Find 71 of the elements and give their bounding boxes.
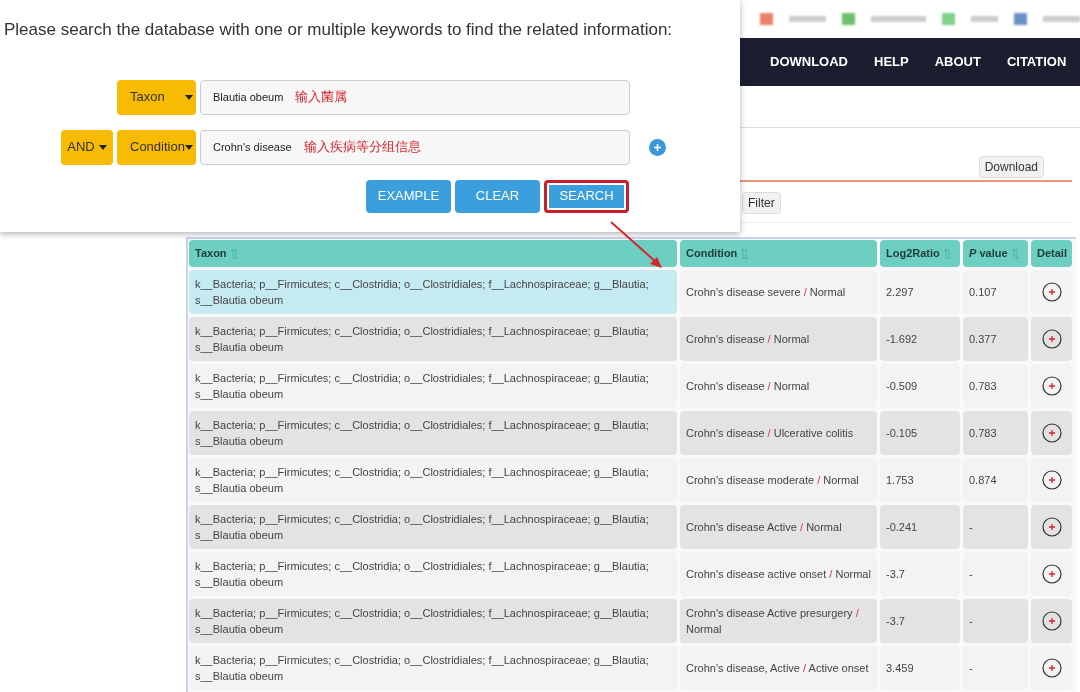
- input-value: Crohn's disease: [213, 139, 292, 155]
- table-cell: -0.509: [880, 364, 960, 408]
- plus-circle-icon[interactable]: [1041, 376, 1062, 396]
- table-cell: -3.7: [880, 599, 960, 643]
- operator-dropdown[interactable]: AND: [61, 129, 113, 165]
- table-cell: k__Bacteria; p__Firmicutes; c__Clostridia; o__Clostridiales; f__Lachnospiraceae; g__Blautia; s__Blautia obeum: [189, 505, 677, 549]
- table-cell: Crohn's disease / Normal: [680, 317, 877, 361]
- table-cell: -0.241: [880, 505, 960, 549]
- annotation-text: 输入菌属: [295, 88, 348, 107]
- plus-circle-icon[interactable]: [1041, 470, 1062, 490]
- search-input[interactable]: Blautia obeum 输入菌属: [200, 79, 630, 115]
- nav-link[interactable]: HELP: [874, 52, 909, 72]
- table-cell: Crohn's disease, Active / Active onset: [680, 646, 877, 690]
- table-cell: 0.783: [963, 364, 1028, 408]
- table-cell: Crohn's disease severe / Normal: [680, 270, 877, 314]
- plus-circle-icon[interactable]: [1041, 564, 1062, 584]
- column-header[interactable]: Condition: [680, 240, 877, 267]
- plus-circle-icon[interactable]: [1041, 282, 1062, 302]
- plus-circle-icon[interactable]: [1041, 329, 1062, 349]
- column-header[interactable]: Detail: [1031, 240, 1072, 267]
- table-cell: k__Bacteria; p__Firmicutes; c__Clostridia; o__Clostridiales; f__Lachnospiraceae; g__Blautia; s__Blautia obeum: [189, 599, 677, 643]
- field-dropdown[interactable]: Condition: [117, 129, 196, 165]
- annotation-text: 输入疾病等分组信息: [303, 138, 421, 157]
- filter-button[interactable]: Filter: [742, 192, 781, 214]
- caret-icon: [98, 144, 107, 150]
- nav-link[interactable]: ABOUT: [934, 52, 981, 72]
- nav-link[interactable]: CITATION: [1006, 52, 1067, 72]
- annotation-arrow: [610, 221, 662, 268]
- caret-icon: [185, 144, 193, 150]
- nav-link[interactable]: DOWNLOAD: [770, 52, 848, 72]
- table-cell: 0.377: [963, 317, 1028, 361]
- plus-circle-icon[interactable]: [1041, 517, 1062, 537]
- input-value: Blautia obeum: [213, 89, 284, 105]
- plus-circle-icon[interactable]: [1041, 611, 1062, 631]
- table-cell: -: [963, 599, 1028, 643]
- table-cell: Crohn's disease active onset / Normal: [680, 552, 877, 596]
- table-cell: k__Bacteria; p__Firmicutes; c__Clostridia; o__Clostridiales; f__Lachnospiraceae; g__Blautia; s__Blautia obeum: [189, 458, 677, 502]
- column-header[interactable]: Taxon: [189, 240, 677, 267]
- table-cell: Crohn's disease / Normal: [680, 364, 877, 408]
- table-cell: Crohn's disease moderate / Normal: [680, 458, 877, 502]
- table-cell: k__Bacteria; p__Firmicutes; c__Clostridia; o__Clostridiales; f__Lachnospiraceae; g__Blautia; s__Blautia obeum: [189, 411, 677, 455]
- field-dropdown[interactable]: Taxon: [117, 79, 196, 115]
- table-cell: -: [963, 552, 1028, 596]
- table-cell: 3.459: [880, 646, 960, 690]
- column-header[interactable]: P value: [963, 240, 1028, 267]
- table-cell: 1.753: [880, 458, 960, 502]
- table-cell: Crohn's disease / Ulcerative colitis: [680, 411, 877, 455]
- table-cell: Crohn's disease Active presurgery / Normal: [680, 599, 877, 643]
- table-cell: -1.692: [880, 317, 960, 361]
- table-cell: Crohn's disease Active / Normal: [680, 505, 877, 549]
- add-icon[interactable]: [649, 138, 666, 156]
- table-cell: -3.7: [880, 552, 960, 596]
- plus-circle-icon[interactable]: [1041, 423, 1062, 443]
- table-cell: k__Bacteria; p__Firmicutes; c__Clostridia; o__Clostridiales; f__Lachnospiraceae; g__Blautia; s__Blautia obeum: [189, 646, 677, 690]
- table-cell: k__Bacteria; p__Firmicutes; c__Clostridia; o__Clostridiales; f__Lachnospiraceae; g__Blautia; s__Blautia obeum: [189, 270, 677, 314]
- table-cell: 0.783: [963, 411, 1028, 455]
- caret-icon: [185, 94, 193, 100]
- download-button[interactable]: Download: [978, 156, 1044, 178]
- table-cell: 0.874: [963, 458, 1028, 502]
- table-cell: -: [963, 505, 1028, 549]
- table-cell: k__Bacteria; p__Firmicutes; c__Clostridia; o__Clostridiales; f__Lachnospiraceae; g__Blautia; s__Blautia obeum: [189, 317, 677, 361]
- table-cell: -0.105: [880, 411, 960, 455]
- column-header[interactable]: Log2Ratio: [880, 240, 960, 267]
- table-cell: k__Bacteria; p__Firmicutes; c__Clostridia; o__Clostridiales; f__Lachnospiraceae; g__Blautia; s__Blautia obeum: [189, 364, 677, 408]
- search-input[interactable]: Crohn's disease 输入疾病等分组信息: [200, 129, 630, 165]
- table-cell: k__Bacteria; p__Firmicutes; c__Clostridia; o__Clostridiales; f__Lachnospiraceae; g__Blautia; s__Blautia obeum: [189, 552, 677, 596]
- search-instructions: Please search the database with one or multiple keywords to find the related information:: [3, 19, 674, 41]
- table-cell: -: [963, 646, 1028, 690]
- table-cell: 0.107: [963, 270, 1028, 314]
- table-cell: 2.297: [880, 270, 960, 314]
- plus-circle-icon[interactable]: [1041, 658, 1062, 678]
